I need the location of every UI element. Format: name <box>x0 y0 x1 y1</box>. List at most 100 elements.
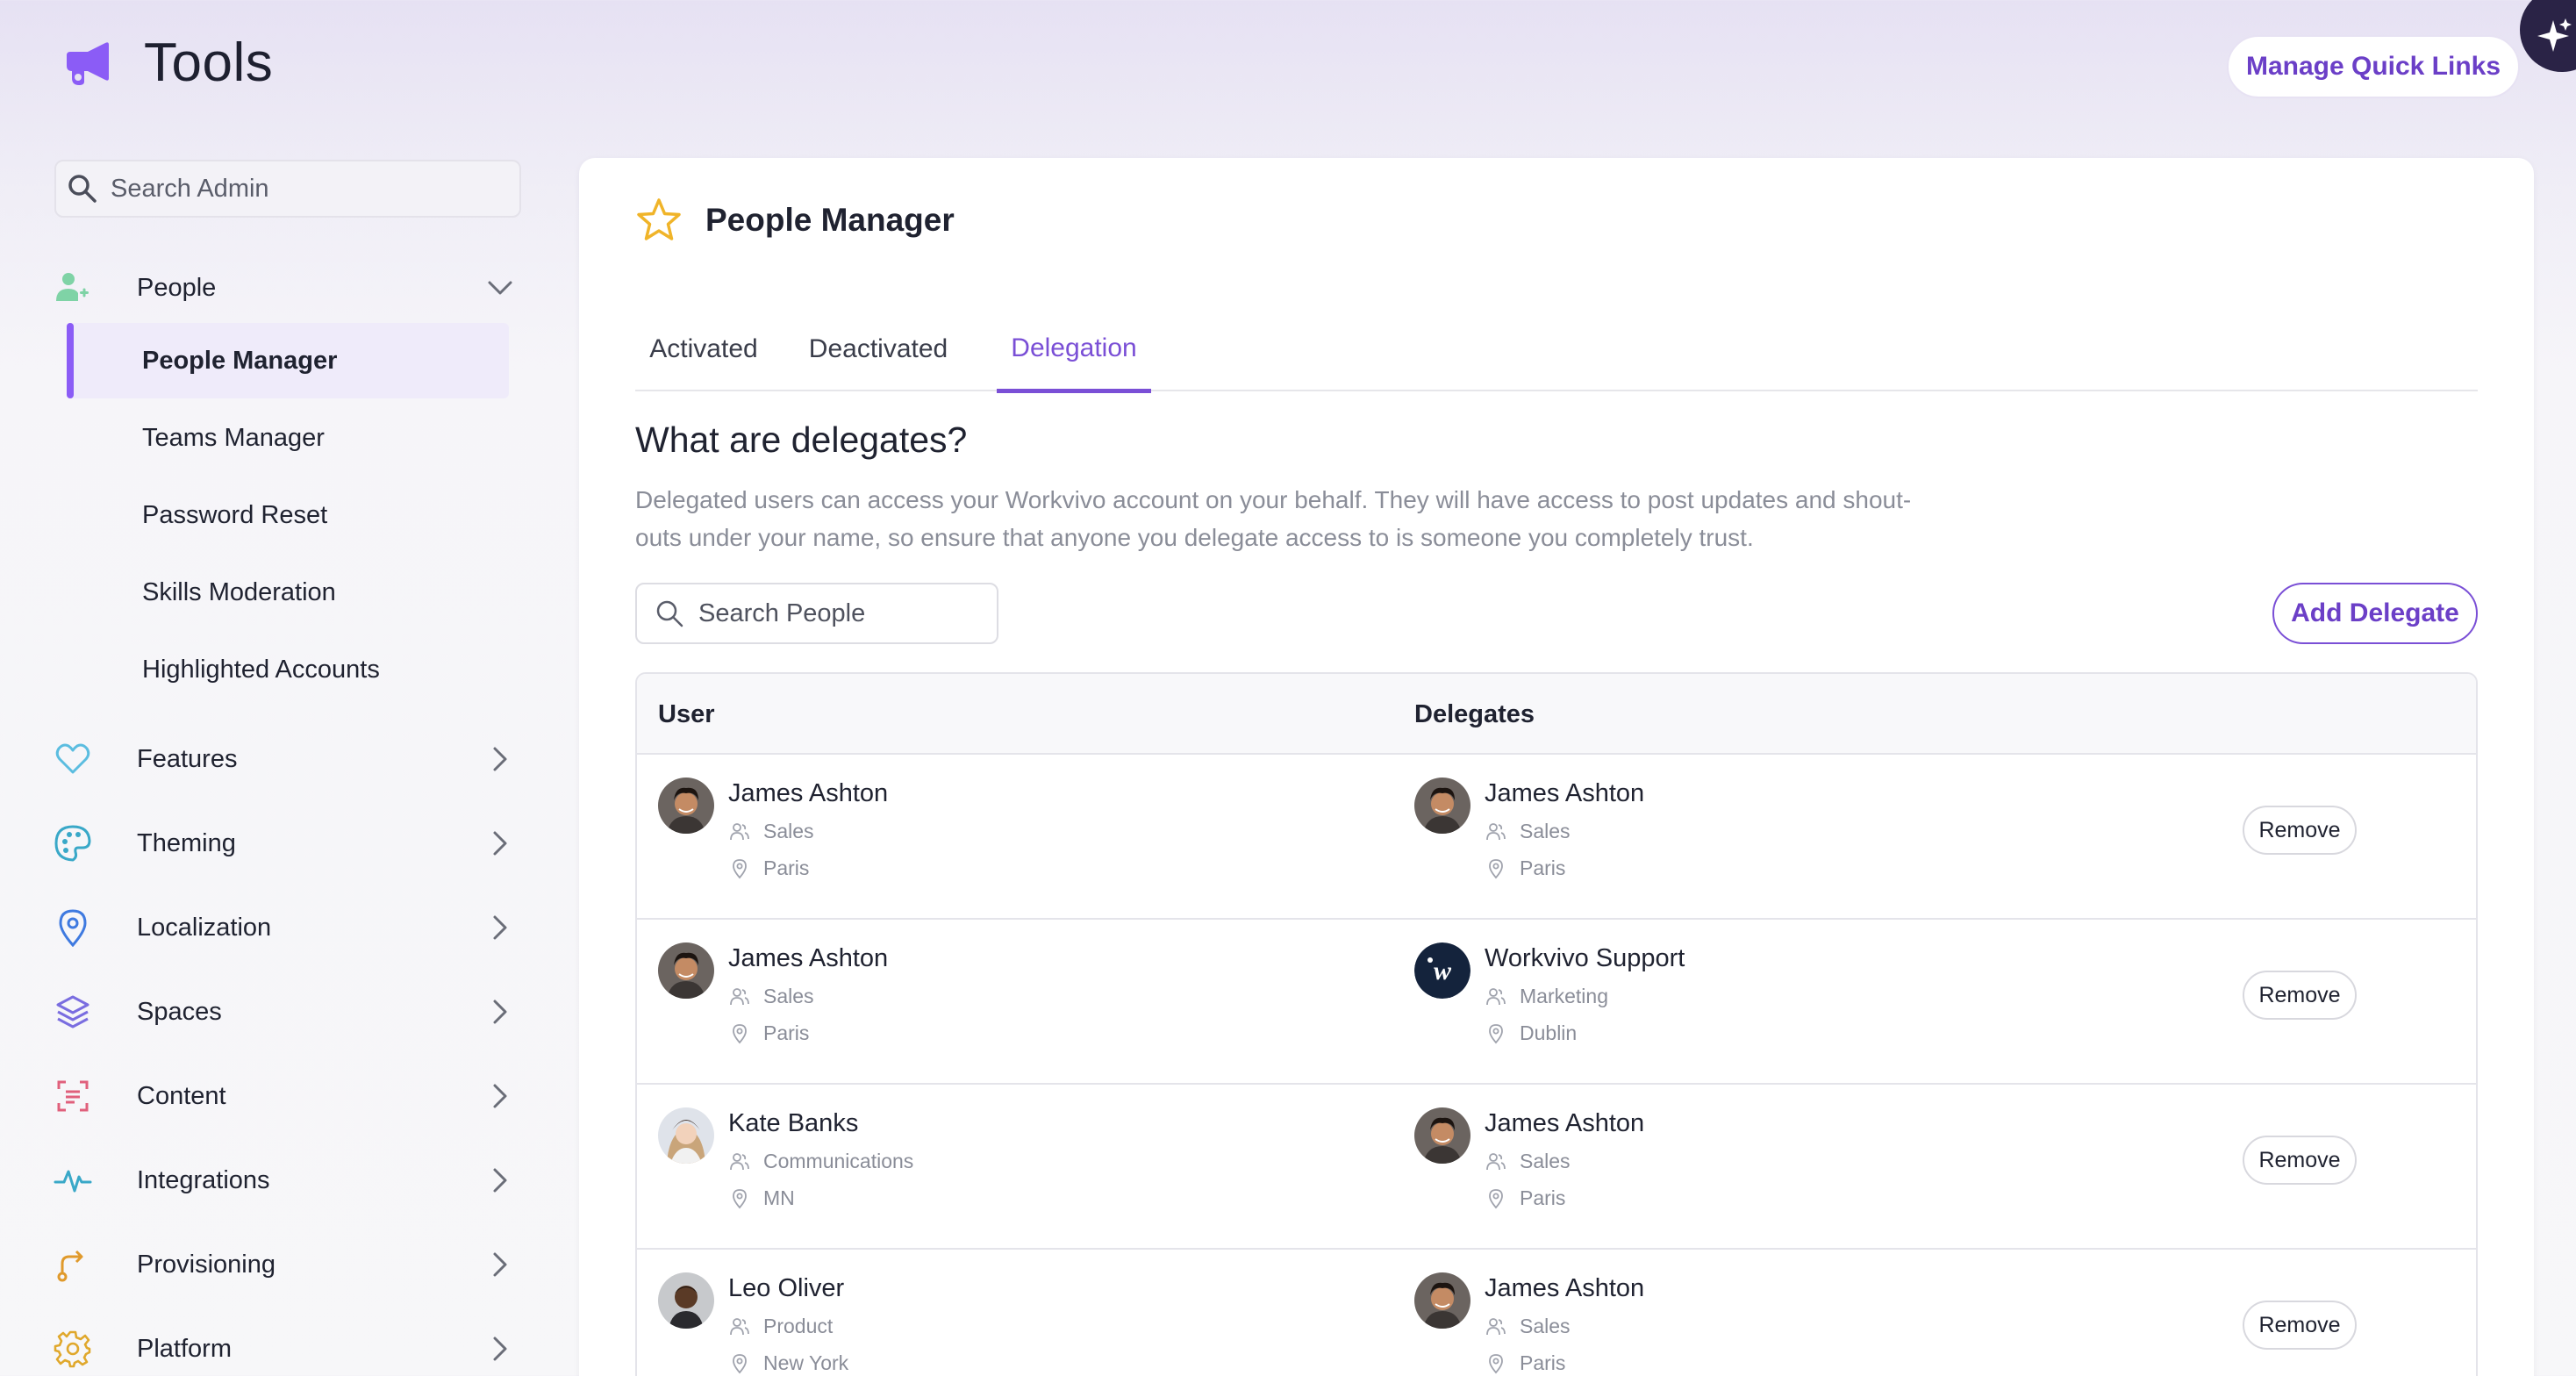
avatar: w <box>1414 942 1470 999</box>
person-team: Sales <box>1485 1150 1571 1173</box>
location-pin-icon <box>1485 1187 1507 1210</box>
add-person-icon <box>53 268 93 308</box>
sidebar-group-label: Spaces <box>137 997 222 1026</box>
remove-button[interactable]: Remove <box>2243 971 2357 1020</box>
sidebar-group-localization[interactable]: Localization <box>0 892 562 963</box>
chevron-right-icon <box>493 915 507 940</box>
star-icon[interactable] <box>635 197 683 244</box>
manage-quick-links-button[interactable]: Manage Quick Links <box>2227 35 2520 98</box>
location-pin-icon <box>1485 1022 1507 1045</box>
sidebar-item-highlighted-accounts[interactable]: Highlighted Accounts <box>67 632 509 707</box>
user-cell[interactable]: James Ashton Sales Paris <box>658 774 1272 897</box>
remove-button[interactable]: Remove <box>2243 1136 2357 1185</box>
people-icon <box>728 821 751 843</box>
ai-sparkle-button[interactable] <box>2520 0 2576 72</box>
person-team: Marketing <box>1485 985 1608 1008</box>
person-name: James Ashton <box>728 779 889 807</box>
avatar <box>1414 1272 1470 1329</box>
sidebar-group-content[interactable]: Content <box>0 1061 562 1131</box>
table-row: Kate Banks Communications MN James Ashto… <box>637 1085 2476 1250</box>
user-cell[interactable]: James Ashton Sales Paris <box>658 939 1272 1062</box>
person-name: James Ashton <box>1485 779 1645 807</box>
person-name: Leo Oliver <box>728 1274 845 1302</box>
tab-deactivated[interactable]: Deactivated <box>793 307 963 391</box>
person-team: Product <box>728 1315 833 1338</box>
person-team-text: Sales <box>763 985 814 1007</box>
sidebar-group-platform[interactable]: Platform <box>0 1314 562 1376</box>
person-location: Dublin <box>1485 1021 1577 1045</box>
sidebar-item-people-manager[interactable]: People Manager <box>67 323 509 398</box>
chevron-right-icon <box>493 1252 507 1277</box>
avatar <box>1414 1107 1470 1164</box>
sidebar-group-label: Platform <box>137 1334 232 1363</box>
layers-icon <box>53 992 93 1032</box>
person-team: Sales <box>728 985 814 1008</box>
sidebar-group-people[interactable]: People <box>0 253 562 323</box>
location-pin-icon <box>728 1352 751 1375</box>
person-team: Communications <box>728 1150 913 1173</box>
sidebar-group-label: Theming <box>137 828 236 857</box>
delegate-cell[interactable]: James Ashton Sales Paris <box>1414 1269 2029 1376</box>
main-card: People Manager Activated Deactivated Del… <box>579 158 2534 1376</box>
avatar <box>658 942 714 999</box>
remove-button[interactable]: Remove <box>2243 1301 2357 1350</box>
person-location: Paris <box>728 856 809 880</box>
delegate-cell[interactable]: James Ashton Sales Paris <box>1414 1104 2029 1227</box>
chevron-right-icon <box>493 1337 507 1361</box>
user-cell[interactable]: Leo Oliver Product New York <box>658 1269 1272 1376</box>
delegate-cell[interactable]: James Ashton Sales Paris <box>1414 774 2029 897</box>
sparkle-icon <box>2537 18 2572 52</box>
sidebar-item-teams-manager[interactable]: Teams Manager <box>67 400 509 476</box>
person-name: Kate Banks <box>728 1109 859 1137</box>
chevron-right-icon <box>493 831 507 856</box>
table-header: User Delegates <box>637 674 2476 755</box>
people-search-box[interactable] <box>635 583 998 644</box>
chevron-right-icon <box>493 747 507 771</box>
people-icon <box>1485 1150 1507 1173</box>
admin-search-input[interactable] <box>111 174 497 204</box>
person-team: Sales <box>728 820 814 843</box>
people-icon <box>728 1315 751 1338</box>
column-header-delegates: Delegates <box>1414 699 1535 728</box>
add-delegate-button[interactable]: Add Delegate <box>2272 583 2478 644</box>
sidebar-group-label: Localization <box>137 913 272 942</box>
user-cell[interactable]: Kate Banks Communications MN <box>658 1104 1272 1227</box>
table-row: James Ashton Sales Paris James Ashton Sa… <box>637 755 2476 920</box>
person-location: Paris <box>728 1021 809 1045</box>
location-pin-icon <box>728 1022 751 1045</box>
sidebar-group-theming[interactable]: Theming <box>0 808 562 878</box>
sidebar-group-provisioning[interactable]: Provisioning <box>0 1229 562 1300</box>
people-search-input[interactable] <box>698 598 988 628</box>
person-location-text: Paris <box>763 1021 810 1044</box>
sidebar-item-skills-moderation[interactable]: Skills Moderation <box>67 555 509 630</box>
avatar <box>658 1107 714 1164</box>
delegate-cell[interactable]: w Workvivo Support Marketing Dublin <box>1414 939 2029 1062</box>
sidebar-group-label: Features <box>137 744 238 773</box>
top-bar: Tools Manage Quick Links <box>0 0 2576 149</box>
tab-activated[interactable]: Activated <box>635 307 772 391</box>
tab-delegation[interactable]: Delegation <box>997 307 1151 393</box>
location-pin-icon <box>1485 857 1507 880</box>
svg-text:w: w <box>1434 957 1452 985</box>
people-icon <box>728 985 751 1008</box>
search-icon <box>656 600 683 627</box>
table-row: James Ashton Sales Paris w Workvivo Supp… <box>637 920 2476 1085</box>
people-icon <box>728 1150 751 1173</box>
delegates-table: User Delegates James Ashton Sales Paris … <box>635 672 2478 1376</box>
person-location: Paris <box>1485 1186 1565 1210</box>
remove-button[interactable]: Remove <box>2243 806 2357 855</box>
sidebar-group-spaces[interactable]: Spaces <box>0 977 562 1047</box>
sidebar: People People Manager Teams Manager Pass… <box>0 149 562 1376</box>
person-team: Sales <box>1485 820 1571 843</box>
page-title: People Manager <box>705 202 955 238</box>
sidebar-item-password-reset[interactable]: Password Reset <box>67 477 509 553</box>
sidebar-group-integrations[interactable]: Integrations <box>0 1145 562 1215</box>
person-location: Paris <box>1485 1351 1565 1375</box>
admin-search-box[interactable] <box>54 160 521 218</box>
location-pin-icon <box>728 1187 751 1210</box>
sidebar-group-features[interactable]: Features <box>0 724 562 794</box>
person-team-text: Sales <box>1520 1150 1571 1172</box>
chevron-right-icon <box>493 1084 507 1108</box>
avatar <box>1414 778 1470 834</box>
person-location: Paris <box>1485 856 1565 880</box>
